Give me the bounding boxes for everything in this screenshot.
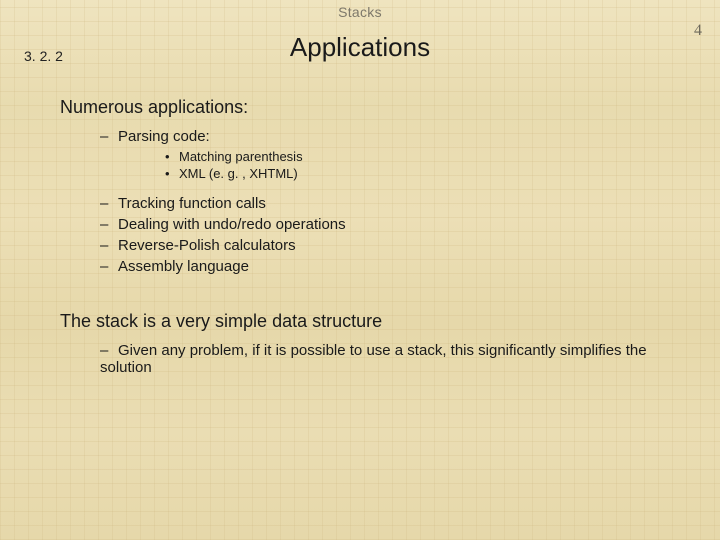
dot-bullet-icon: • (165, 166, 179, 181)
header-topic: Stacks (0, 0, 720, 20)
list-item-label: Parsing code: (118, 128, 210, 145)
dash-bullet-icon: – (100, 258, 118, 275)
list-item-label: Given any problem, if it is possible to … (100, 342, 647, 376)
list-item: –Assembly language (100, 258, 690, 275)
list-subitem: •XML (e. g. , XHTML) (165, 166, 690, 181)
list-item-label: Tracking function calls (118, 195, 266, 212)
list-subitem: •Matching parenthesis (165, 149, 690, 164)
dash-bullet-icon: – (100, 195, 118, 212)
paragraph: The stack is a very simple data structur… (60, 311, 690, 332)
list-item: –Dealing with undo/redo operations (100, 216, 690, 233)
list-item-label: Reverse-Polish calculators (118, 237, 296, 254)
dash-bullet-icon: – (100, 342, 118, 359)
list-item-label: Assembly language (118, 258, 249, 275)
list-item: –Given any problem, if it is possible to… (100, 342, 660, 376)
intro-line: Numerous applications: (60, 97, 690, 118)
section-number: 3. 2. 2 (24, 48, 63, 64)
list-item: –Tracking function calls (100, 195, 690, 212)
page-number: 4 (694, 22, 702, 40)
list-item: –Parsing code: (100, 128, 690, 145)
dot-bullet-icon: • (165, 149, 179, 164)
slide-content: Numerous applications: –Parsing code: •M… (0, 97, 720, 376)
list-item: –Reverse-Polish calculators (100, 237, 690, 254)
page-title: Applications (0, 32, 720, 63)
list-subitem-label: XML (e. g. , XHTML) (179, 166, 298, 181)
list-subitem-label: Matching parenthesis (179, 149, 303, 164)
dash-bullet-icon: – (100, 216, 118, 233)
dash-bullet-icon: – (100, 128, 118, 145)
list-item-label: Dealing with undo/redo operations (118, 216, 346, 233)
dash-bullet-icon: – (100, 237, 118, 254)
